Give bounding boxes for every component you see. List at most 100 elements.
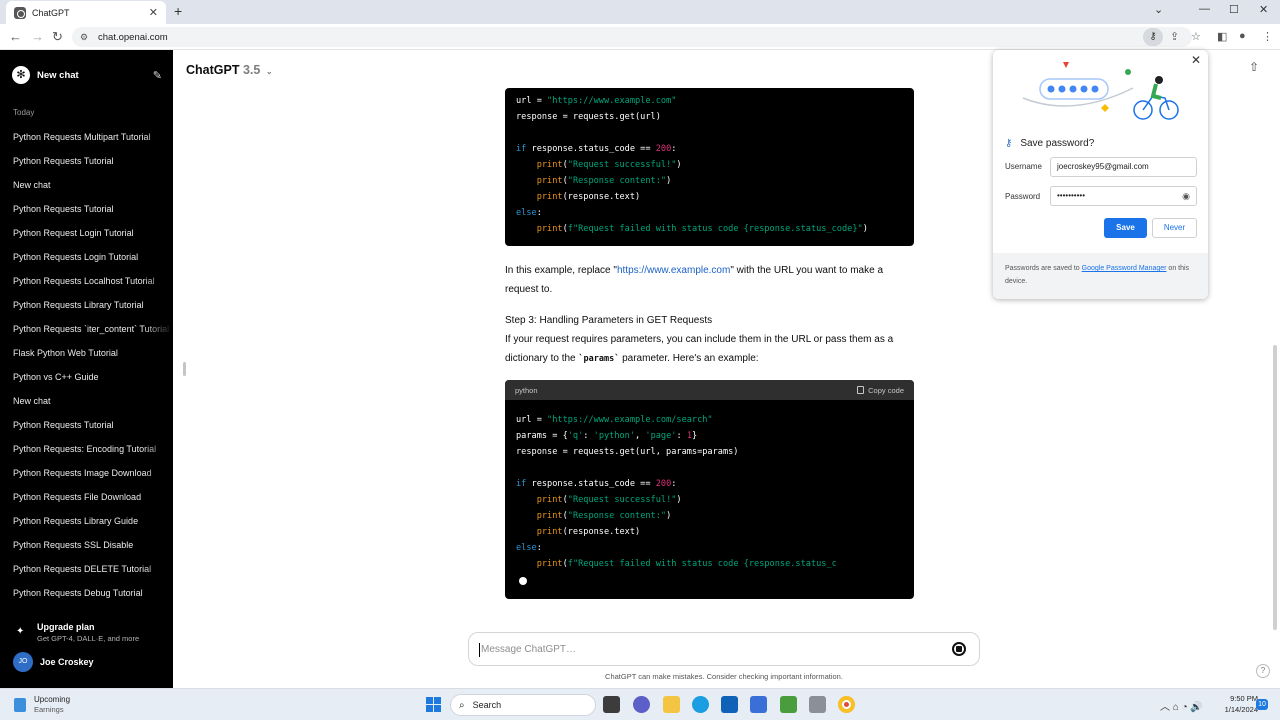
password-key-icon[interactable]: ⚷: [1143, 28, 1163, 46]
code-block: python Copy code url = "https://www.exam…: [505, 380, 914, 599]
code-builtin: print: [536, 495, 563, 505]
model-selector[interactable]: ChatGPT 3.5 ⌄: [186, 63, 273, 77]
app-icon[interactable]: [780, 696, 797, 713]
minimize-icon[interactable]: —: [1199, 3, 1210, 15]
file-explorer-icon[interactable]: [663, 696, 680, 713]
chat-history-item[interactable]: Python Requests: Encoding Tutorial: [0, 440, 173, 464]
code-string: f"Request failed with status code {respo…: [567, 224, 863, 234]
search-label: Search: [472, 700, 502, 710]
side-panel-icon[interactable]: ◧: [1217, 30, 1227, 43]
windows-logo-icon: [434, 697, 441, 704]
code-line: params = {'q': 'python', 'page': 1}: [516, 431, 698, 441]
back-icon[interactable]: ←: [9, 29, 22, 44]
code-line: print("Request successful!"): [536, 495, 682, 505]
profile-icon[interactable]: ●: [1239, 30, 1246, 42]
password-field[interactable]: •••••••••• ◉: [1050, 186, 1197, 206]
widgets-button[interactable]: Upcoming Earnings: [12, 694, 112, 716]
system-tray[interactable]: ︿ ⌂ ◔ 🔊: [1160, 698, 1203, 713]
chevron-down-icon[interactable]: ⌄: [1154, 3, 1163, 16]
new-tab-icon[interactable]: +: [174, 3, 182, 19]
browser-tab[interactable]: ChatGPT ✕: [6, 1, 166, 24]
user-menu[interactable]: JO Joe Croskey: [13, 652, 163, 672]
chat-history-item[interactable]: Python Requests SSL Disable: [0, 536, 173, 560]
chatgpt-favicon-icon: [14, 6, 26, 19]
taskbar: Upcoming Earnings ⌕ Search ︿ ⌂ ◔ 🔊 9:50 …: [0, 688, 1280, 720]
help-icon[interactable]: ?: [1256, 664, 1270, 678]
code-line: print(response.text): [536, 192, 641, 202]
upgrade-plan-button[interactable]: ✦ Upgrade plan Get GPT-4, DALL·E, and mo…: [14, 622, 164, 648]
chat-history-item[interactable]: Python Request Login Tutorial: [0, 224, 173, 248]
code-builtin: print: [536, 160, 563, 170]
save-button[interactable]: Save: [1104, 218, 1147, 238]
vscode-icon[interactable]: [750, 696, 767, 713]
share-chat-icon[interactable]: ⇧: [1244, 60, 1264, 80]
taskbar-search[interactable]: ⌕ Search: [450, 694, 596, 716]
site-info-icon[interactable]: ⚙: [80, 32, 90, 42]
compose-icon[interactable]: ✎: [153, 69, 162, 82]
chat-history-item[interactable]: New chat: [0, 176, 173, 200]
chat-history-item[interactable]: Python Requests DELETE Tutorial: [0, 560, 173, 584]
bookmark-star-icon[interactable]: ☆: [1191, 30, 1201, 43]
chat-history-item[interactable]: Python Requests File Download: [0, 488, 173, 512]
chat-history-item[interactable]: Python Requests Library Tutorial: [0, 296, 173, 320]
scrollbar[interactable]: [1273, 345, 1277, 630]
close-icon[interactable]: ✕: [1191, 53, 1201, 67]
password-manager-link[interactable]: Google Password Manager: [1082, 265, 1167, 272]
new-chat-button[interactable]: ✻ New chat ✎: [12, 66, 162, 84]
chat-history-item[interactable]: Python vs C++ Guide: [0, 368, 173, 392]
task-view-icon[interactable]: [603, 696, 620, 713]
store-icon[interactable]: [721, 696, 738, 713]
para-text: In this example, replace ": [505, 265, 617, 276]
stop-generating-button[interactable]: [952, 642, 966, 656]
chat-history-item[interactable]: Python Requests Tutorial: [0, 416, 173, 440]
chat-history-item[interactable]: Python Requests Tutorial: [0, 200, 173, 224]
edge-icon[interactable]: [692, 696, 709, 713]
url-bar[interactable]: ⚙ chat.openai.com: [72, 27, 1192, 47]
chrome-icon[interactable]: [838, 696, 855, 713]
chat-history-item[interactable]: Python Requests `iter_content` Tutorial: [0, 320, 173, 344]
chat-history-item[interactable]: Python Requests Debug Tutorial: [0, 584, 173, 608]
copy-code-button[interactable]: Copy code: [857, 386, 904, 395]
menu-icon[interactable]: ⋮: [1262, 30, 1273, 43]
dialog-title: ⚷ Save password?: [1005, 138, 1094, 149]
notification-badge[interactable]: 10: [1256, 699, 1268, 710]
forward-icon[interactable]: →: [31, 29, 44, 44]
key-icon: ⚷: [1005, 138, 1013, 149]
upgrade-title: Upgrade plan: [37, 622, 95, 632]
clock[interactable]: 9:50 PM 1/14/2024: [1212, 693, 1258, 715]
app-icon[interactable]: [809, 696, 826, 713]
code-string: f"Request failed with status code {respo…: [567, 559, 837, 569]
start-button[interactable]: [426, 697, 441, 712]
windows-logo-icon: [426, 697, 433, 704]
chat-history-item[interactable]: Python Requests Localhost Tutorial: [0, 272, 173, 296]
never-button[interactable]: Never: [1152, 218, 1197, 238]
chat-history-item[interactable]: Python Requests Image Download: [0, 464, 173, 488]
chat-history-item[interactable]: Python Requests Tutorial: [0, 152, 173, 176]
code-line: else:: [516, 543, 542, 553]
clipboard-icon: [857, 386, 865, 394]
widget-title: Upcoming: [34, 695, 71, 704]
eye-icon[interactable]: ◉: [1182, 187, 1190, 205]
chat-history-item[interactable]: Python Requests Login Tutorial: [0, 248, 173, 272]
sidebar: ✻ New chat ✎ Today Python Requests Multi…: [0, 50, 173, 688]
close-window-icon[interactable]: ✕: [1259, 3, 1268, 16]
chat-history-item[interactable]: Flask Python Web Tutorial: [0, 344, 173, 368]
username-field[interactable]: joecroskey95@gmail.com: [1050, 157, 1197, 177]
maximize-icon[interactable]: ☐: [1229, 3, 1239, 16]
share-page-icon[interactable]: ⇪: [1170, 30, 1179, 43]
chat-app-icon[interactable]: [633, 696, 650, 713]
code-keyword: if: [516, 144, 527, 154]
chat-history-item[interactable]: Python Requests Library Guide: [0, 512, 173, 536]
chat-history-item[interactable]: Python Requests Multipart Tutorial: [0, 128, 173, 152]
close-tab-icon[interactable]: ✕: [149, 6, 158, 19]
upgrade-subtitle: Get GPT-4, DALL·E, and more: [37, 634, 140, 643]
chat-history-item[interactable]: New chat: [0, 392, 173, 416]
dialog-footer: Passwords are saved to Google Password M…: [993, 253, 1208, 299]
example-link[interactable]: https://www.example.com: [617, 265, 730, 276]
inline-code: `params`: [578, 354, 620, 364]
sidebar-toggle-handle[interactable]: [183, 362, 186, 376]
message-input[interactable]: Message ChatGPT…: [468, 632, 980, 666]
reload-icon[interactable]: ↻: [52, 29, 63, 45]
disclaimer-text: ChatGPT can make mistakes. Consider chec…: [605, 672, 843, 681]
code-number: 1: [686, 431, 692, 441]
